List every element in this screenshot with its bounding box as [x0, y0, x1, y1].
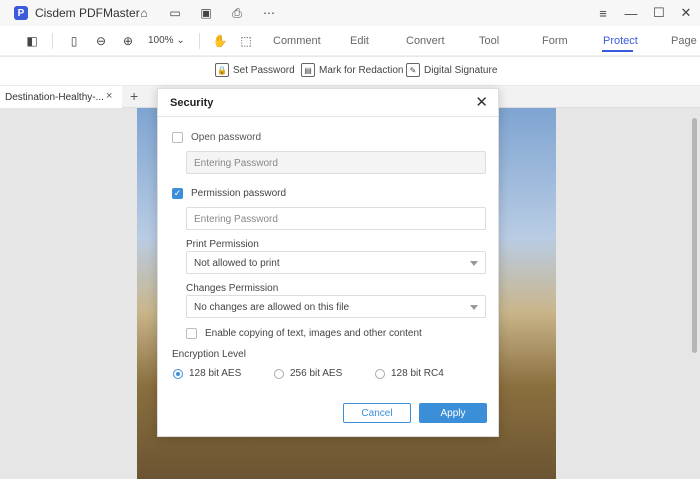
permission-password-checkbox[interactable]: ✓ — [172, 188, 183, 199]
signature-icon: ✎ — [406, 63, 420, 77]
close-icon[interactable]: ✕ — [475, 93, 488, 111]
set-password-button[interactable]: 🔒 Set Password — [215, 63, 295, 77]
mark-redaction-button[interactable]: ▤ Mark for Redaction — [301, 63, 403, 77]
tab-comment[interactable]: Comment — [273, 35, 321, 47]
active-tab-indicator — [602, 50, 633, 52]
title-bar: P Cisdem PDFMaster ⌂ ▭ ▣ ⎙ ⋯ ≡ — ☐ ✕ — [0, 0, 700, 26]
print-icon[interactable]: ⎙ — [229, 5, 245, 21]
radio-128-rc4-label: 128 bit RC4 — [391, 368, 444, 379]
apply-button[interactable]: Apply — [419, 403, 487, 423]
open-password-label: Open password — [191, 132, 262, 143]
enable-copying-checkbox[interactable] — [186, 328, 197, 339]
main-toolbar: ◧ ▯ ⊖ ⊕ 100% ⌄ ✋ ⬚ Comment Edit Convert … — [0, 26, 700, 56]
tab-page[interactable]: Page — [671, 35, 697, 47]
close-tab-icon[interactable]: × — [106, 90, 112, 102]
divider — [158, 116, 498, 117]
digital-signature-label: Digital Signature — [424, 64, 498, 76]
radio-128-aes[interactable] — [173, 369, 183, 379]
home-icon[interactable]: ⌂ — [136, 5, 152, 21]
changes-permission-value: No changes are allowed on this file — [194, 302, 350, 313]
print-permission-label: Print Permission — [186, 239, 259, 250]
set-password-label: Set Password — [233, 64, 295, 76]
menu-icon[interactable]: ≡ — [594, 4, 612, 22]
chevron-down-icon — [470, 305, 478, 310]
sidebar-toggle-icon[interactable]: ◧ — [24, 33, 40, 49]
select-tool-icon[interactable]: ⬚ — [238, 33, 254, 49]
folder-icon[interactable]: ▭ — [167, 5, 183, 21]
hand-tool-icon[interactable]: ✋ — [212, 33, 228, 49]
mark-redaction-label: Mark for Redaction — [319, 64, 404, 76]
close-window-icon[interactable]: ✕ — [677, 4, 695, 22]
lock-icon: 🔒 — [215, 63, 229, 77]
page-fit-icon[interactable]: ▯ — [66, 33, 82, 49]
changes-permission-select[interactable]: No changes are allowed on this file — [186, 295, 486, 318]
cancel-button[interactable]: Cancel — [343, 403, 411, 423]
chevron-down-icon — [470, 261, 478, 266]
digital-signature-button[interactable]: ✎ Digital Signature — [406, 63, 497, 77]
vertical-scrollbar[interactable] — [692, 118, 697, 353]
more-icon[interactable]: ⋯ — [261, 5, 277, 21]
document-tab[interactable]: Destination-Healthy-... — [0, 86, 122, 108]
permission-password-field[interactable]: Entering Password — [186, 207, 486, 230]
enable-copying-label: Enable copying of text, images and other… — [205, 328, 422, 339]
changes-permission-label: Changes Permission — [186, 283, 279, 294]
tab-edit[interactable]: Edit — [350, 35, 369, 47]
maximize-icon[interactable]: ☐ — [650, 4, 668, 22]
minimize-icon[interactable]: — — [622, 4, 640, 22]
divider — [199, 33, 200, 49]
protect-subtoolbar: 🔒 Set Password ▤ Mark for Redaction ✎ Di… — [0, 57, 700, 85]
permission-password-label: Permission password — [191, 188, 287, 199]
print-permission-select[interactable]: Not allowed to print — [186, 251, 486, 274]
app-logo-icon: P — [14, 6, 28, 20]
radio-128-aes-label: 128 bit AES — [189, 368, 242, 379]
radio-256-aes-label: 256 bit AES — [290, 368, 343, 379]
divider — [52, 33, 53, 49]
tab-form[interactable]: Form — [542, 35, 568, 47]
open-password-checkbox[interactable] — [172, 132, 183, 143]
tab-protect[interactable]: Protect — [603, 35, 638, 47]
tab-convert[interactable]: Convert — [406, 35, 445, 47]
radio-128-rc4[interactable] — [375, 369, 385, 379]
zoom-level[interactable]: 100% ⌄ — [148, 35, 185, 46]
encryption-level-label: Encryption Level — [172, 349, 246, 360]
save-icon[interactable]: ▣ — [198, 5, 214, 21]
tab-tool[interactable]: Tool — [479, 35, 499, 47]
add-tab-icon[interactable]: + — [130, 88, 138, 104]
security-dialog: Security ✕ Open password Entering Passwo… — [157, 88, 499, 437]
open-password-field[interactable]: Entering Password — [186, 151, 486, 174]
app-title: Cisdem PDFMaster — [35, 6, 140, 20]
zoom-in-icon[interactable]: ⊕ — [120, 33, 136, 49]
dialog-title: Security — [170, 97, 214, 109]
redaction-icon: ▤ — [301, 63, 315, 77]
document-tab-label: Destination-Healthy-... — [5, 91, 104, 103]
zoom-out-icon[interactable]: ⊖ — [93, 33, 109, 49]
radio-256-aes[interactable] — [274, 369, 284, 379]
print-permission-value: Not allowed to print — [194, 258, 280, 269]
